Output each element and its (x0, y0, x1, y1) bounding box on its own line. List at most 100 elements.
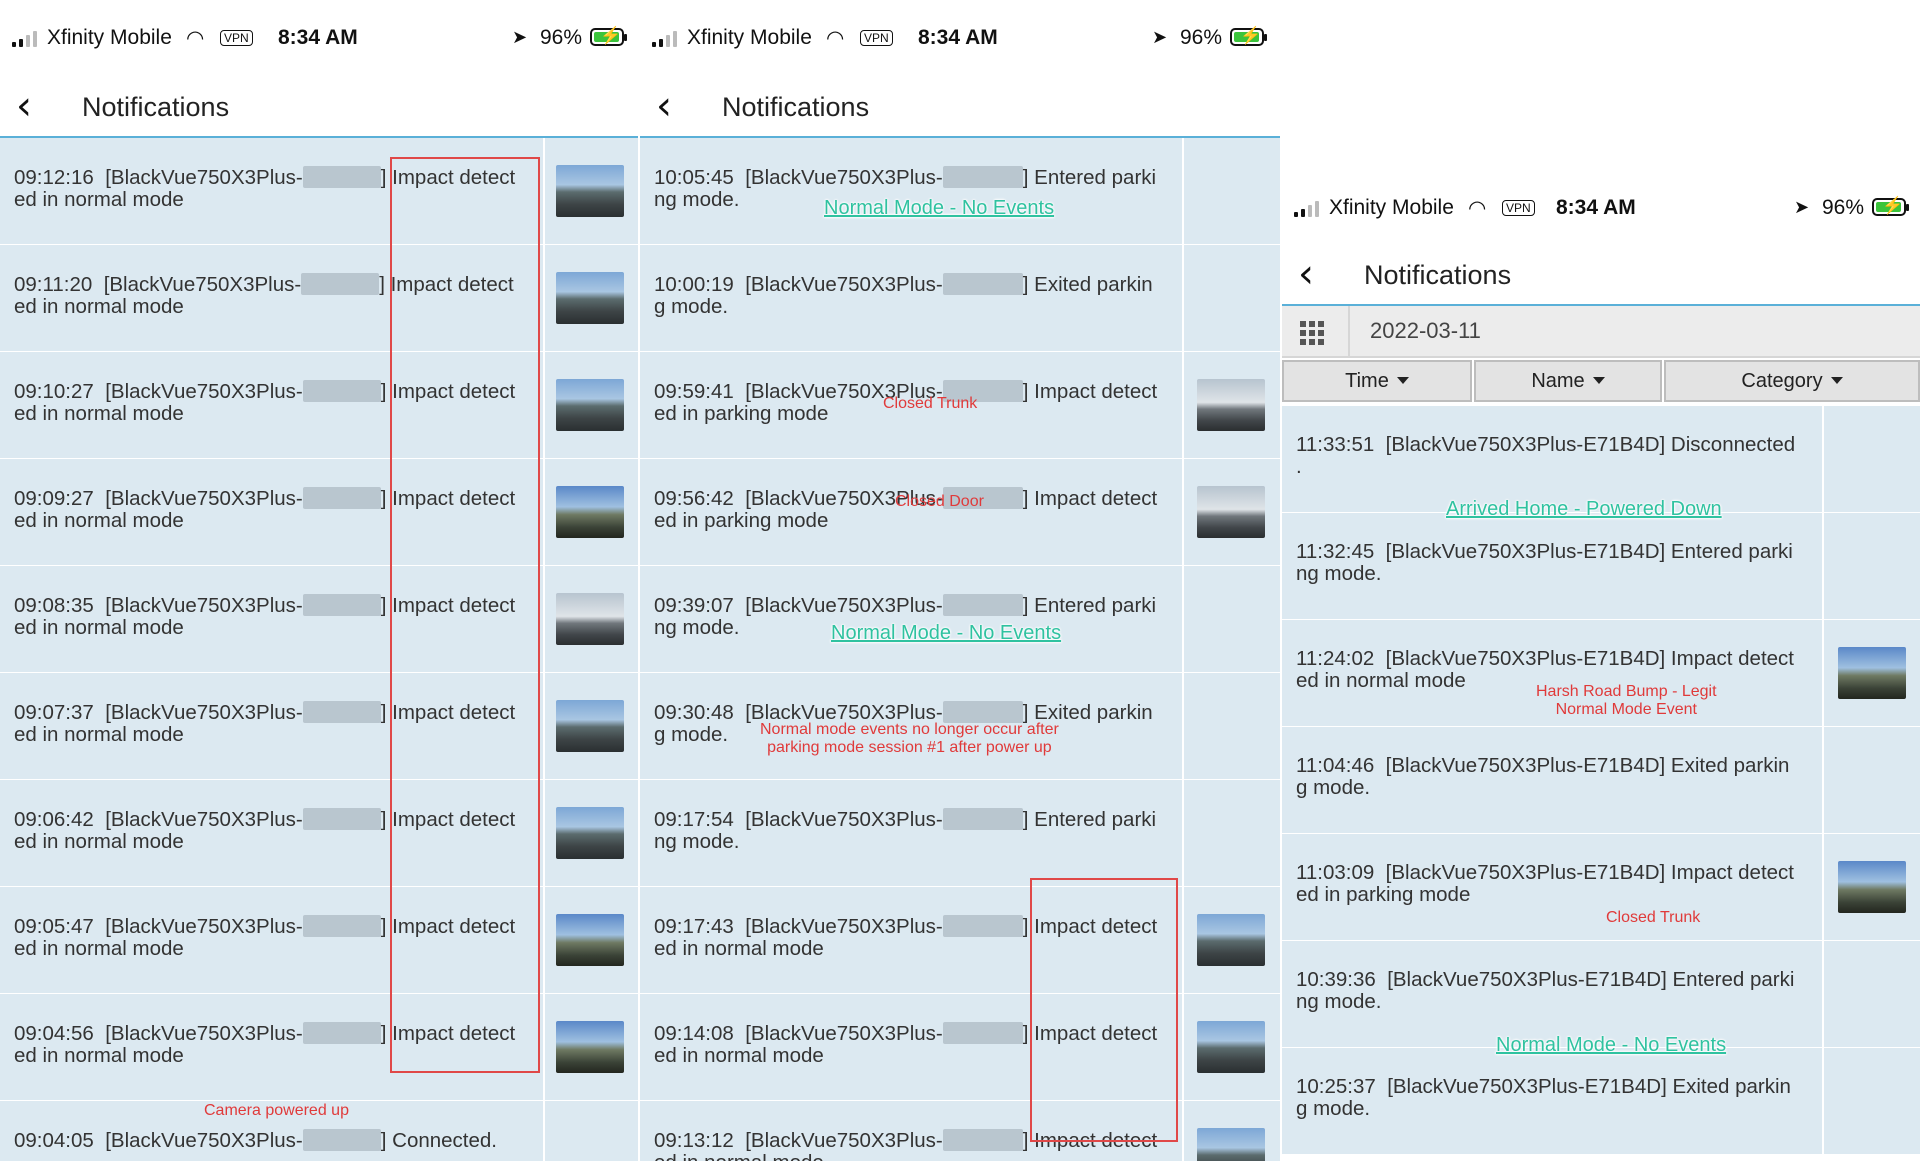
notification-row[interactable]: 09:06:42 [BlackVue750X3Plus-] Impact det… (0, 780, 638, 888)
notification-time: 09:04:56 (14, 1022, 94, 1045)
row-divider (1822, 1048, 1824, 1154)
redacted-device-id (301, 273, 380, 295)
nav-header: ‹ Notifications (0, 78, 638, 138)
redacted-device-id (942, 701, 1023, 723)
filter-time-button[interactable]: Time (1282, 360, 1472, 402)
status-time: 8:34 AM (1556, 196, 1636, 219)
chevron-left-icon[interactable]: ‹ (656, 86, 672, 126)
row-divider (1822, 620, 1824, 726)
notification-row[interactable]: 09:39:07 [BlackVue750X3Plus-] Entered pa… (640, 566, 1280, 674)
redacted-device-id (302, 1022, 381, 1044)
notification-row[interactable]: 11:03:09 [BlackVue750X3Plus-E71B4D] Impa… (1282, 834, 1920, 942)
filter-name-button[interactable]: Name (1474, 360, 1662, 402)
notification-row[interactable]: 10:05:45 [BlackVue750X3Plus-] Entered pa… (640, 138, 1280, 246)
redacted-device-id (942, 808, 1023, 830)
row-divider (1182, 566, 1184, 672)
row-divider (1822, 406, 1824, 512)
notification-row[interactable]: 09:56:42 [BlackVue750X3Plus-] Impact det… (640, 459, 1280, 567)
wifi-icon: ◠ (186, 27, 205, 50)
device-prefix: [BlackVue750X3Plus- (105, 380, 303, 403)
signal-icon (12, 31, 37, 47)
notification-text: 09:17:54 [BlackVue750X3Plus-] Entered pa… (654, 808, 1156, 853)
notification-time: 09:56:42 (654, 487, 734, 510)
highlight-box (1030, 878, 1178, 1142)
notification-row[interactable]: 09:11:20 [BlackVue750X3Plus-] Impact det… (0, 245, 638, 353)
video-thumbnail[interactable] (556, 486, 624, 538)
notification-line-1: 09:39:07 [BlackVue750X3Plus-] Entered pa… (654, 594, 1156, 617)
notification-text: 11:33:51 [BlackVue750X3Plus-E71B4D] Disc… (1296, 434, 1795, 478)
date-bar: 2022-03-11 (1282, 306, 1920, 358)
notification-row[interactable]: 09:17:43 [BlackVue750X3Plus-] Impact det… (640, 887, 1280, 995)
chevron-left-icon[interactable]: ‹ (1298, 254, 1314, 294)
notification-row[interactable]: 09:09:27 [BlackVue750X3Plus-] Impact det… (0, 459, 638, 567)
notification-text: 11:32:45 [BlackVue750X3Plus-E71B4D] Ente… (1296, 541, 1793, 585)
notification-time: 10:00:19 (654, 273, 734, 296)
device-prefix: [BlackVue750X3Plus- (745, 273, 943, 296)
notification-row[interactable]: 09:10:27 [BlackVue750X3Plus-] Impact det… (0, 352, 638, 460)
video-thumbnail[interactable] (556, 593, 624, 645)
video-thumbnail[interactable] (556, 1021, 624, 1073)
row-divider (543, 994, 545, 1100)
grid-icon[interactable] (1300, 321, 1324, 345)
video-thumbnail[interactable] (556, 165, 624, 217)
notification-row[interactable]: 09:04:56 [BlackVue750X3Plus-] Impact det… (0, 994, 638, 1102)
notification-line-1: 10:25:37 [BlackVue750X3Plus-E71B4D] Exit… (1296, 1075, 1791, 1098)
video-thumbnail[interactable] (556, 807, 624, 859)
notification-row[interactable]: 10:00:19 [BlackVue750X3Plus-] Exited par… (640, 245, 1280, 353)
notification-row[interactable]: 10:25:37 [BlackVue750X3Plus-E71B4D] Exit… (1282, 1048, 1920, 1156)
notification-row[interactable]: 11:04:46 [BlackVue750X3Plus-E71B4D] Exit… (1282, 727, 1920, 835)
notification-text: 10:00:19 [BlackVue750X3Plus-] Exited par… (654, 273, 1153, 318)
notification-row[interactable]: 09:08:35 [BlackVue750X3Plus-] Impact det… (0, 566, 638, 674)
notification-row[interactable]: 09:14:08 [BlackVue750X3Plus-] Impact det… (640, 994, 1280, 1102)
notification-row[interactable]: 11:32:45 [BlackVue750X3Plus-E71B4D] Ente… (1282, 513, 1920, 621)
video-thumbnail[interactable] (1838, 861, 1906, 913)
video-thumbnail[interactable] (1838, 647, 1906, 699)
notification-list: 10:05:45 [BlackVue750X3Plus-] Entered pa… (640, 138, 1280, 1161)
row-divider (1182, 780, 1184, 886)
notification-row[interactable]: 09:17:54 [BlackVue750X3Plus-] Entered pa… (640, 780, 1280, 888)
signal-icon (652, 31, 677, 47)
row-divider (1822, 727, 1824, 833)
device-prefix: [BlackVue750X3Plus- (745, 1129, 943, 1152)
notification-time: 09:39:07 (654, 594, 734, 617)
video-thumbnail[interactable] (1197, 1128, 1265, 1161)
notification-row[interactable]: 09:13:12 [BlackVue750X3Plus-] Impact det… (640, 1101, 1280, 1161)
row-divider (543, 887, 545, 993)
annotation-closed-door: Closed Door (895, 493, 984, 510)
video-thumbnail[interactable] (556, 379, 624, 431)
notification-text: 10:39:36 [BlackVue750X3Plus-E71B4D] Ente… (1296, 969, 1794, 1013)
notification-line-2: g mode. (1296, 776, 1371, 799)
video-thumbnail[interactable] (1197, 379, 1265, 431)
carrier-name: Xfinity Mobile (1329, 196, 1454, 219)
filter-category-button[interactable]: Category (1664, 360, 1920, 402)
notification-row[interactable]: 10:39:36 [BlackVue750X3Plus-E71B4D] Ente… (1282, 941, 1920, 1049)
device-prefix: [BlackVue750X3Plus- (105, 1129, 303, 1152)
redacted-device-id (942, 166, 1023, 188)
battery-percent: 96% (540, 26, 583, 49)
redacted-device-id (302, 915, 381, 937)
notification-line-2: ed in parking mode (1296, 883, 1471, 906)
notification-time: 09:09:27 (14, 487, 94, 510)
notification-event: ] Connected. (380, 1129, 497, 1152)
video-thumbnail[interactable] (556, 700, 624, 752)
notification-row[interactable]: 09:12:16 [BlackVue750X3Plus-] Impact det… (0, 138, 638, 246)
notification-row[interactable]: 09:05:47 [BlackVue750X3Plus-] Impact det… (0, 887, 638, 995)
page-title: Notifications (1364, 260, 1512, 290)
notification-line-1: 11:32:45 [BlackVue750X3Plus-E71B4D] Ente… (1296, 540, 1793, 563)
redacted-device-id (302, 1129, 381, 1151)
notification-line-1: 10:00:19 [BlackVue750X3Plus-] Exited par… (654, 273, 1153, 296)
device-prefix: [BlackVue750X3Plus- (745, 594, 943, 617)
chevron-left-icon[interactable]: ‹ (16, 86, 32, 126)
video-thumbnail[interactable] (1197, 486, 1265, 538)
video-thumbnail[interactable] (556, 272, 624, 324)
video-thumbnail[interactable] (1197, 1021, 1265, 1073)
notification-event: ] Impact detect (1022, 487, 1158, 510)
notification-row[interactable]: 09:07:37 [BlackVue750X3Plus-] Impact det… (0, 673, 638, 781)
date-label[interactable]: 2022-03-11 (1370, 318, 1481, 344)
video-thumbnail[interactable] (1197, 914, 1265, 966)
location-arrow-icon: ➤ (1794, 197, 1810, 217)
video-thumbnail[interactable] (556, 914, 624, 966)
notification-time: 09:14:08 (654, 1022, 734, 1045)
annotation-no-longer-occur: Normal mode events no longer occur after… (760, 721, 1059, 756)
caret-down-icon (1830, 377, 1843, 384)
